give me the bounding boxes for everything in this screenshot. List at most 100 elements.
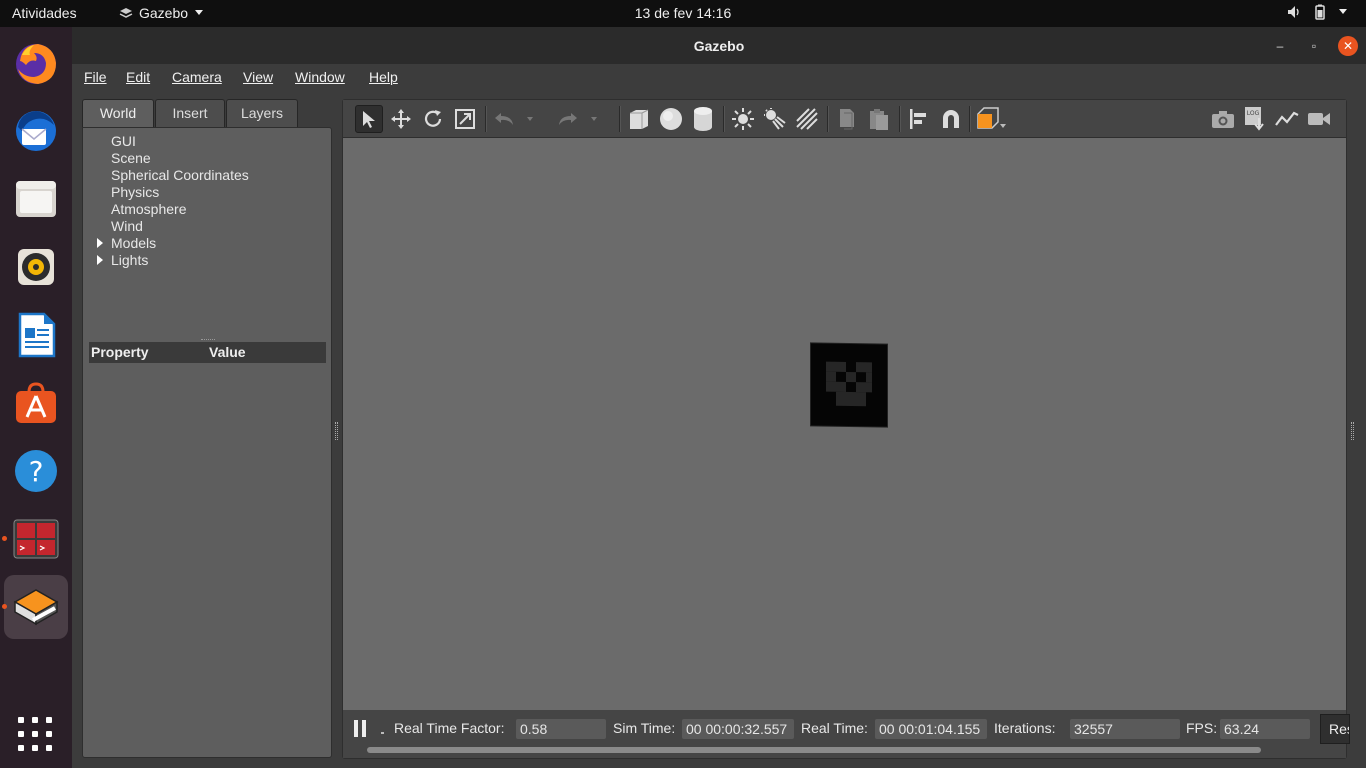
rotate-mode-button[interactable] (419, 105, 447, 133)
tree-item-wind[interactable]: Wind (111, 218, 143, 234)
tab-world[interactable]: World (82, 99, 154, 127)
expand-arrow-icon[interactable] (97, 255, 103, 265)
activities-button[interactable]: Atividades (12, 5, 77, 21)
dock-item-writer[interactable] (4, 303, 68, 367)
tree-item-gui[interactable]: GUI (111, 133, 136, 149)
status-bar: Real Time Factor: 0.58 Sim Time: 00 00:0… (343, 710, 1350, 758)
volume-icon[interactable] (1286, 4, 1302, 20)
tab-insert[interactable]: Insert (155, 99, 225, 127)
dock-item-gazebo[interactable] (2, 575, 68, 639)
menu-bar: File Edit Camera View Window Help (72, 64, 1366, 91)
copy-icon (840, 109, 854, 130)
record-video-button[interactable] (1305, 105, 1333, 133)
menu-file[interactable]: File (84, 69, 107, 85)
tree-item-scene[interactable]: Scene (111, 150, 151, 166)
rotate-mode-icon (424, 110, 442, 127)
system-tray[interactable] (1286, 4, 1348, 20)
clock[interactable]: 13 de fev 14:16 (635, 5, 732, 21)
files-icon (16, 181, 56, 217)
battery-icon[interactable] (1312, 4, 1328, 20)
tab-layers[interactable]: Layers (226, 99, 298, 127)
menu-help[interactable]: Help (369, 69, 398, 85)
left-splitter-grip[interactable] (335, 422, 338, 440)
iterations-label: Iterations: (994, 720, 1056, 736)
pause-button[interactable] (353, 720, 369, 738)
menu-camera[interactable]: Camera (172, 69, 222, 85)
menu-edit[interactable]: Edit (126, 69, 150, 85)
dock-item-terminal[interactable] (2, 507, 68, 571)
gazebo-window: Gazebo – ▫ ✕ File Edit Camera View Windo… (72, 27, 1366, 768)
dock-item-software[interactable] (4, 371, 68, 435)
close-button[interactable]: ✕ (1338, 36, 1358, 56)
redo-history-button[interactable] (587, 105, 601, 133)
insert-sphere-button[interactable] (657, 105, 685, 133)
thunderbird-icon (16, 111, 56, 151)
tree-item-physics[interactable]: Physics (111, 184, 159, 200)
dock-item-rhythmbox[interactable] (4, 235, 68, 299)
render-toolbar: LOG (343, 100, 1346, 138)
minimize-button[interactable]: – (1270, 36, 1290, 56)
title-bar[interactable]: Gazebo – ▫ ✕ (72, 27, 1366, 64)
real-time-factor-value: 0.58 (516, 719, 606, 739)
value-column-header[interactable]: Value (209, 344, 246, 360)
log-button[interactable]: LOG (1241, 105, 1269, 133)
select-mode-button[interactable] (355, 105, 383, 133)
property-column-header[interactable]: Property (91, 344, 149, 360)
firefox-icon (16, 44, 56, 84)
paste-button[interactable] (865, 105, 893, 133)
screenshot-button[interactable] (1209, 105, 1237, 133)
3d-scene-viewport[interactable] (343, 138, 1346, 710)
world-tree-panel: GUI Scene Spherical Coordinates Physics … (82, 127, 332, 758)
dock-item-firefox[interactable] (4, 31, 68, 95)
menu-window[interactable]: Window (295, 69, 345, 85)
tree-item-lights[interactable]: Lights (111, 252, 148, 268)
dock-item-thunderbird[interactable] (4, 99, 68, 163)
point-light-button[interactable] (729, 105, 757, 133)
view-angle-button[interactable] (975, 105, 1009, 133)
step-button[interactable] (381, 732, 384, 734)
log-label: LOG (1247, 110, 1260, 117)
app-menu-label: Gazebo (139, 5, 189, 21)
property-table-header: Property Value (89, 342, 326, 363)
app-menu[interactable]: Gazebo (119, 5, 204, 21)
right-splitter-grip[interactable] (1351, 422, 1354, 440)
tree-item-models[interactable]: Models (111, 235, 156, 251)
insert-cylinder-button[interactable] (689, 105, 717, 133)
running-indicator (2, 604, 7, 609)
record-video-icon (1308, 113, 1330, 125)
paste-icon (870, 109, 888, 130)
scale-mode-button[interactable] (451, 105, 479, 133)
snap-button[interactable] (937, 105, 965, 133)
show-applications-icon[interactable] (18, 717, 54, 753)
dock-item-help[interactable]: ? (4, 439, 68, 503)
chevron-down-icon (195, 10, 204, 15)
align-button[interactable] (905, 105, 933, 133)
undo-history-button[interactable] (523, 105, 537, 133)
align-icon (910, 109, 926, 129)
redo-button[interactable] (553, 105, 581, 133)
aruco-marker-model[interactable] (811, 343, 887, 427)
horizontal-scrollbar[interactable] (367, 747, 1261, 753)
undo-button[interactable] (491, 105, 519, 133)
tree-item-atmosphere[interactable]: Atmosphere (111, 201, 186, 217)
spot-light-button[interactable] (761, 105, 789, 133)
copy-button[interactable] (833, 105, 861, 133)
tree-item-spherical-coordinates[interactable]: Spherical Coordinates (111, 167, 249, 183)
real-time-factor-label: Real Time Factor: (394, 720, 505, 736)
directional-light-button[interactable] (793, 105, 821, 133)
maximize-button[interactable]: ▫ (1304, 36, 1324, 56)
power-menu-icon[interactable] (1338, 8, 1348, 16)
marker-pattern (826, 361, 872, 407)
real-time-label: Real Time: (801, 720, 868, 736)
reset-time-button[interactable]: Reset (1320, 714, 1350, 744)
expand-arrow-icon[interactable] (97, 238, 103, 248)
insert-box-button[interactable] (625, 105, 653, 133)
plot-button[interactable] (1273, 105, 1301, 133)
menu-view[interactable]: View (243, 69, 273, 85)
render-frame: LOG Real Time Factor: 0.58 Sim Time: 00 … (342, 99, 1350, 759)
pause-icon (354, 720, 358, 737)
fps-label: FPS: (1186, 720, 1218, 736)
dock-item-files[interactable] (4, 167, 68, 231)
translate-mode-button[interactable] (387, 105, 415, 133)
log-icon: LOG (1245, 107, 1264, 131)
